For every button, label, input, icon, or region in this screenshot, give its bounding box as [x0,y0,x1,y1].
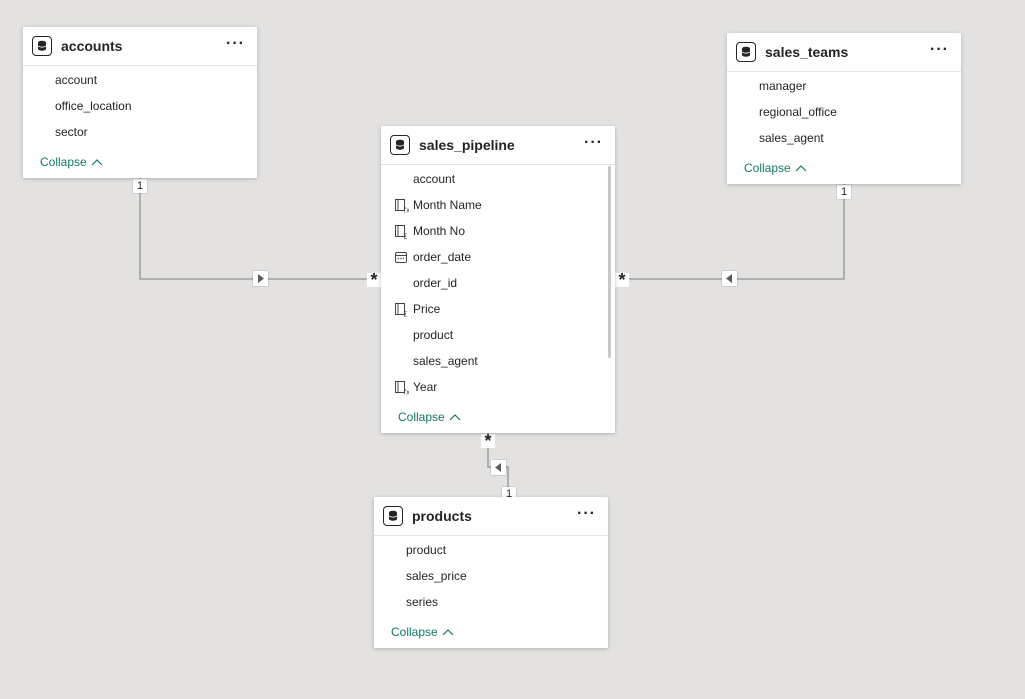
table-title: accounts [61,38,123,54]
field-item[interactable]: fx Year [381,374,615,400]
svg-text:fx: fx [404,389,410,396]
filter-direction-left-icon[interactable] [491,460,506,475]
calculated-column-icon: fx [395,381,410,396]
more-options-button[interactable]: ··· [577,504,596,524]
field-item[interactable]: product [374,537,608,563]
chevron-up-icon [91,159,103,166]
field-item[interactable]: sales_agent [727,125,961,151]
collapse-button[interactable]: Collapse [744,161,807,175]
table-header[interactable]: products ··· [374,497,608,536]
chevron-up-icon [442,629,454,636]
field-list: account fx Month Name Σ Month No order_d… [381,165,615,400]
model-canvas[interactable]: 1 * 1 * * 1 accounts ··· account office_… [0,0,1025,699]
table-card-sales-teams[interactable]: sales_teams ··· manager regional_office … [727,33,961,184]
field-item[interactable]: Σ Month No [381,218,615,244]
table-header[interactable]: accounts ··· [23,27,257,66]
table-title: products [412,508,472,524]
field-item[interactable]: series [374,589,608,615]
more-options-button[interactable]: ··· [930,40,949,60]
table-icon [390,135,410,155]
collapse-button[interactable]: Collapse [391,625,454,639]
filter-direction-right-icon[interactable] [253,271,268,286]
table-icon [32,36,52,56]
filter-direction-left-icon[interactable] [722,271,737,286]
field-item[interactable]: office_location [23,93,257,119]
field-item[interactable]: sales_agent [381,348,615,374]
cardinality-one-label: 1 [133,179,147,193]
chevron-up-icon [449,414,461,421]
chevron-up-icon [795,165,807,172]
field-list: product sales_price series [374,536,608,615]
cardinality-many-label: * [367,271,381,289]
cardinality-many-label: * [615,271,629,289]
table-icon [736,42,756,62]
table-header[interactable]: sales_pipeline ··· [381,126,615,165]
collapse-button[interactable]: Collapse [398,410,461,424]
field-list: account office_location sector [23,66,257,145]
measure-icon: Σ [395,225,407,240]
table-card-accounts[interactable]: accounts ··· account office_location sec… [23,27,257,178]
field-item[interactable]: regional_office [727,99,961,125]
field-item[interactable]: fx Month Name [381,192,615,218]
field-item[interactable]: account [23,67,257,93]
table-card-products[interactable]: products ··· product sales_price series … [374,497,608,648]
svg-text:fx: fx [404,207,410,214]
field-item[interactable]: account [381,166,615,192]
field-item[interactable]: manager [727,73,961,99]
more-options-button[interactable]: ··· [226,34,245,54]
field-list: manager regional_office sales_agent [727,72,961,151]
field-item[interactable]: sector [23,119,257,145]
table-title: sales_teams [765,44,849,60]
table-card-sales-pipeline[interactable]: sales_pipeline ··· account fx Month Name… [381,126,615,433]
calendar-icon [395,252,407,263]
cardinality-one-label: 1 [837,185,851,199]
table-header[interactable]: sales_teams ··· [727,33,961,72]
table-icon [383,506,403,526]
table-title: sales_pipeline [419,137,515,153]
field-item[interactable]: order_id [381,270,615,296]
relationship-line-accounts [139,178,381,280]
field-item[interactable]: product [381,322,615,348]
calculated-column-icon: fx [395,199,410,214]
field-item[interactable]: order_date [381,244,615,270]
vertical-scrollbar[interactable] [608,166,611,358]
relationship-line-sales-teams [614,184,845,280]
measure-icon: Σ [395,303,407,318]
field-item[interactable]: sales_price [374,563,608,589]
field-item[interactable]: Σ Price [381,296,615,322]
svg-text:Σ: Σ [403,233,407,240]
cardinality-many-label: * [481,432,495,450]
collapse-button[interactable]: Collapse [40,155,103,169]
svg-text:Σ: Σ [403,311,407,318]
more-options-button[interactable]: ··· [584,133,603,153]
